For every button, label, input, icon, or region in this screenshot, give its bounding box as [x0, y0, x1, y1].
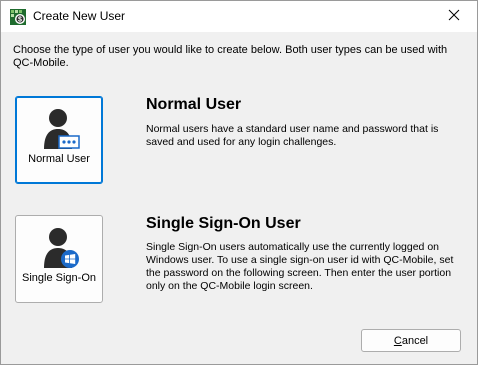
normal-user-description: Normal users have a standard user name a…: [146, 123, 439, 148]
normal-user-heading: Normal User: [146, 96, 242, 113]
normal-user-tile[interactable]: Normal User: [15, 96, 103, 184]
intro-text: Choose the type of user you would like t…: [13, 44, 448, 69]
cancel-label: ancel: [401, 334, 429, 347]
close-button[interactable]: [431, 1, 477, 32]
single-sign-on-tile-label: Single Sign-On: [22, 272, 96, 284]
create-new-user-dialog: $ Create New User Choose the type of use…: [0, 0, 478, 365]
single-sign-on-description: Single Sign-On users automatically use t…: [146, 241, 454, 292]
cancel-button[interactable]: Cancel: [361, 329, 461, 352]
close-icon: [448, 8, 460, 26]
single-sign-on-tile[interactable]: Single Sign-On: [15, 215, 103, 303]
normal-user-tile-label: Normal User: [28, 153, 90, 165]
user-password-icon: [42, 107, 80, 151]
qc-mobile-app-icon: $: [10, 9, 26, 25]
single-sign-on-heading: Single Sign-On User: [146, 215, 301, 232]
cancel-accelerator: C: [393, 334, 402, 347]
title-bar: $ Create New User: [1, 1, 477, 32]
svg-text:$: $: [18, 17, 22, 24]
user-windows-icon: [42, 226, 80, 270]
window-title: Create New User: [33, 9, 126, 23]
